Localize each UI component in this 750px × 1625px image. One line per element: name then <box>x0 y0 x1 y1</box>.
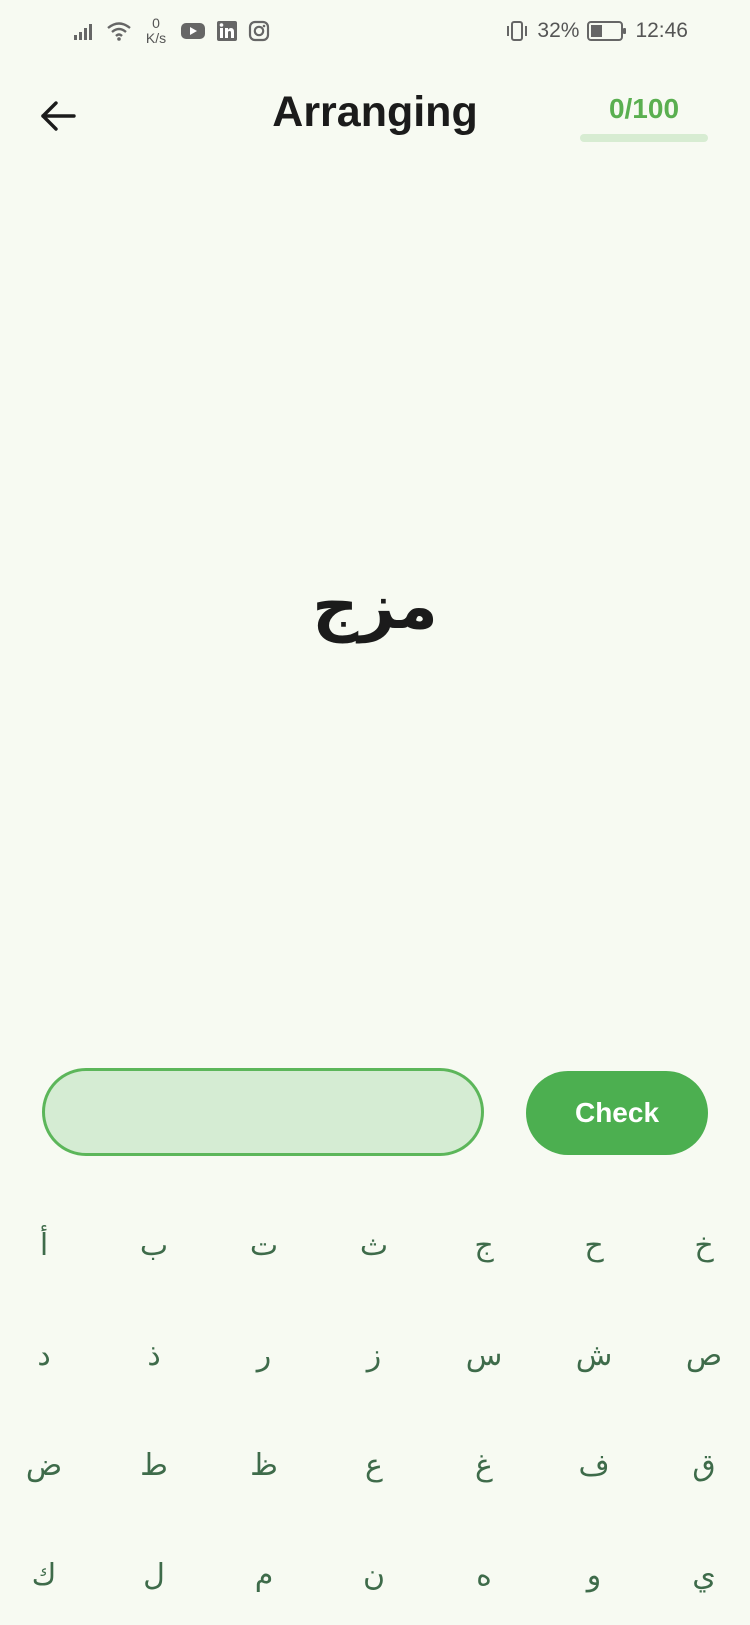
status-left: 0 K/s <box>74 14 270 48</box>
header: Arranging 0/100 <box>0 82 750 152</box>
key-27[interactable]: و <box>544 1540 644 1610</box>
key-3[interactable]: ت <box>214 1210 314 1280</box>
key-22[interactable]: ك <box>0 1540 94 1610</box>
instagram-icon <box>248 20 270 42</box>
progress-bar <box>580 134 708 142</box>
signal-icon <box>74 22 96 40</box>
progress-indicator: 0/100 <box>580 92 708 142</box>
key-26[interactable]: ه <box>434 1540 534 1610</box>
key-5[interactable]: ج <box>434 1210 534 1280</box>
key-9[interactable]: ذ <box>104 1320 204 1390</box>
target-word: مزج <box>312 570 438 644</box>
key-6[interactable]: ح <box>544 1210 644 1280</box>
key-20[interactable]: ف <box>544 1430 644 1500</box>
key-14[interactable]: ص <box>654 1320 750 1390</box>
net-speed: 0 K/s <box>142 16 170 46</box>
check-button[interactable]: Check <box>526 1071 708 1155</box>
key-18[interactable]: ع <box>324 1430 424 1500</box>
progress-text: 0/100 <box>608 93 680 124</box>
net-speed-value: 0 <box>152 15 160 31</box>
key-17[interactable]: ظ <box>214 1430 314 1500</box>
wifi-icon <box>106 21 132 41</box>
vibrate-icon <box>505 20 529 42</box>
key-16[interactable]: ط <box>104 1430 204 1500</box>
key-12[interactable]: س <box>434 1320 534 1390</box>
key-8[interactable]: د <box>0 1320 94 1390</box>
battery-icon <box>587 20 627 42</box>
key-25[interactable]: ن <box>324 1540 424 1610</box>
key-23[interactable]: ل <box>104 1540 204 1610</box>
net-speed-unit: K/s <box>145 30 167 46</box>
linkedin-icon <box>216 20 238 42</box>
answer-input[interactable] <box>42 1068 484 1156</box>
status-bar: 0 K/s 32% 12:46 <box>0 0 750 60</box>
key-21[interactable]: ق <box>654 1430 750 1500</box>
key-2[interactable]: ب <box>104 1210 204 1280</box>
key-11[interactable]: ز <box>324 1320 424 1390</box>
key-24[interactable]: م <box>214 1540 314 1610</box>
key-7[interactable]: خ <box>654 1210 750 1280</box>
key-13[interactable]: ش <box>544 1320 644 1390</box>
key-28[interactable]: ي <box>654 1540 750 1610</box>
arabic-keyboard: أبتثجحخ دذرزسشص ضطظعغفق كلمنهوي <box>0 1200 750 1625</box>
youtube-icon <box>180 21 206 41</box>
key-1[interactable]: أ <box>0 1210 94 1280</box>
key-4[interactable]: ث <box>324 1210 424 1280</box>
key-15[interactable]: ض <box>0 1430 94 1500</box>
status-right: 32% 12:46 <box>505 14 688 48</box>
battery-percent: 32% <box>537 19 580 42</box>
key-19[interactable]: غ <box>434 1430 534 1500</box>
clock: 12:46 <box>635 19 688 42</box>
key-10[interactable]: ر <box>214 1320 314 1390</box>
